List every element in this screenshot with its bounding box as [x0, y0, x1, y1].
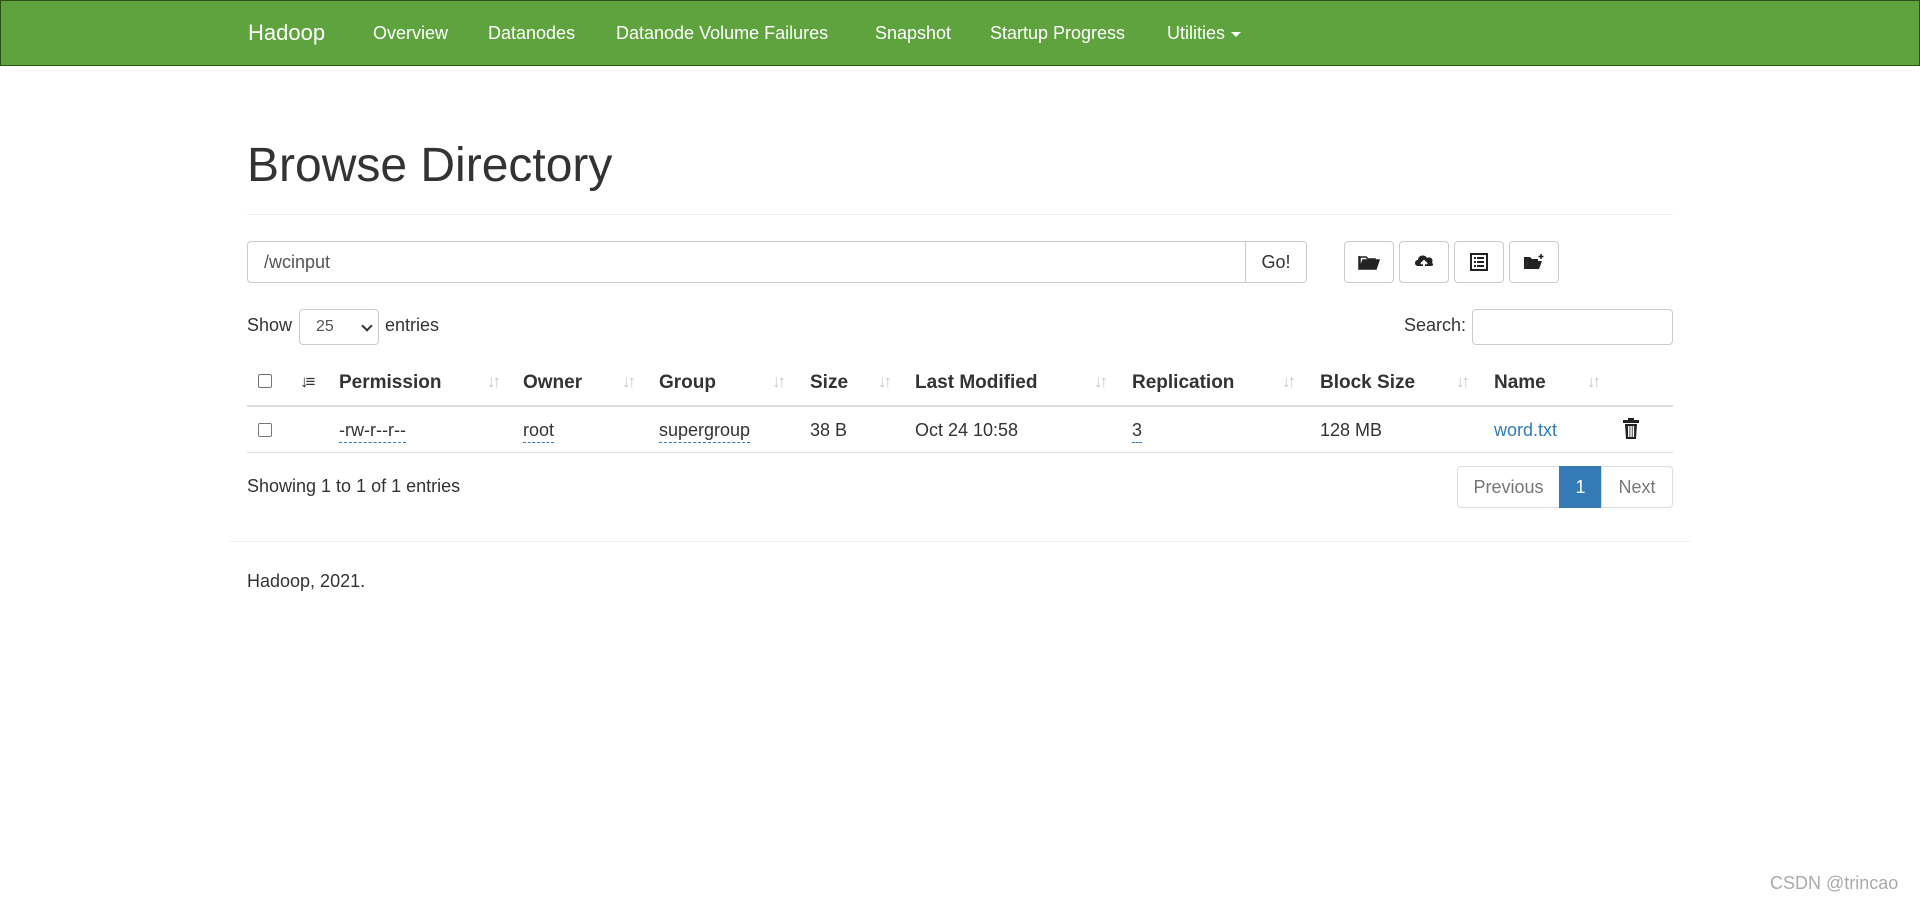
replication-value[interactable]: 3 [1132, 418, 1143, 443]
title-divider [247, 214, 1673, 215]
sort-icon[interactable]: ↓↑ [1282, 373, 1296, 391]
show-label: Show [247, 315, 293, 335]
folder-open-icon [1358, 256, 1380, 270]
paste-button[interactable] [1509, 241, 1559, 283]
sort-icon[interactable]: ↓↑ [1587, 373, 1601, 391]
folder-plus-icon [1524, 254, 1544, 269]
sort-icon[interactable]: ↓↑ [487, 373, 501, 391]
last-modified-cell: Oct 24 10:58 [915, 420, 1019, 440]
nav-startup-progress[interactable]: Startup Progress [990, 1, 1125, 65]
go-button[interactable]: Go! [1245, 241, 1307, 283]
column-header-owner[interactable]: Owner [523, 366, 582, 400]
list-alt-icon [1470, 253, 1488, 271]
nav-snapshot[interactable]: Snapshot [875, 1, 951, 65]
footer-divider [230, 541, 1690, 542]
nav-overview[interactable]: Overview [373, 1, 448, 65]
pagination-page-1[interactable]: 1 [1559, 466, 1602, 508]
search-input[interactable] [1472, 309, 1673, 345]
caret-down-icon [1231, 31, 1242, 37]
owner-cell[interactable]: root [523, 415, 555, 445]
sort-icon[interactable]: ↓↑ [1094, 373, 1108, 391]
replication-cell[interactable]: 3 [1132, 415, 1143, 445]
column-header-block-size[interactable]: Block Size [1320, 366, 1415, 400]
sort-asc-icon[interactable]: ↓≡ [300, 373, 316, 391]
sort-icon[interactable]: ↓↑ [878, 373, 892, 391]
block-size-cell: 128 MB [1320, 420, 1383, 440]
nav-datanode-volume-failures[interactable]: Datanode Volume Failures [616, 1, 828, 65]
nav-datanodes[interactable]: Datanodes [488, 1, 575, 65]
column-header-permission[interactable]: Permission [339, 366, 441, 400]
sort-icon[interactable]: ↓↑ [622, 373, 636, 391]
directory-path-input[interactable] [247, 241, 1246, 283]
column-header-replication[interactable]: Replication [1132, 366, 1234, 400]
upload-file-button[interactable] [1399, 241, 1449, 283]
permission-value[interactable]: -rw-r--r-- [339, 418, 406, 443]
column-header-last-modified[interactable]: Last Modified [915, 366, 1037, 400]
pagination-next[interactable]: Next [1601, 466, 1673, 508]
group-cell[interactable]: supergroup [659, 415, 751, 445]
trash-icon[interactable] [1622, 418, 1640, 440]
select-all-checkbox[interactable] [258, 374, 272, 388]
row-checkbox[interactable] [258, 423, 272, 437]
entries-per-page-value: 25 [316, 318, 334, 335]
entries-per-page-select[interactable]: 25 [299, 309, 379, 345]
column-header-size[interactable]: Size [810, 366, 848, 400]
size-cell: 38 B [810, 420, 848, 440]
footer-text: Hadoop, 2021. [247, 571, 366, 591]
page-title: Browse Directory [247, 139, 613, 192]
column-header-group[interactable]: Group [659, 366, 716, 400]
brand-link[interactable]: Hadoop [248, 1, 325, 65]
table-info: Showing 1 to 1 of 1 entries [247, 476, 461, 496]
cut-paste-button[interactable] [1454, 241, 1504, 283]
pagination-previous[interactable]: Previous [1457, 466, 1560, 508]
sort-icon[interactable]: ↓↑ [1456, 373, 1470, 391]
watermark: CSDN @trincao [1770, 873, 1899, 893]
cloud-upload-icon [1415, 255, 1434, 271]
permission-cell[interactable]: -rw-r--r-- [339, 415, 406, 445]
table-row-divider [247, 452, 1673, 453]
file-name-link[interactable]: word.txt [1494, 420, 1557, 440]
nav-utilities-dropdown[interactable]: Utilities [1167, 1, 1242, 65]
name-cell[interactable]: word.txt [1494, 415, 1557, 445]
nav-utilities-label: Utilities [1167, 23, 1226, 43]
table-header-divider [247, 405, 1673, 407]
owner-value[interactable]: root [523, 418, 555, 443]
search-label: Search: [1404, 315, 1467, 335]
create-directory-button[interactable] [1344, 241, 1394, 283]
sort-icon[interactable]: ↓↑ [772, 373, 786, 391]
top-navbar: Hadoop Overview Datanodes Datanode Volum… [0, 0, 1920, 66]
group-value[interactable]: supergroup [659, 418, 751, 443]
column-header-name[interactable]: Name [1494, 366, 1546, 400]
entries-label: entries [385, 315, 440, 335]
chevron-down-icon [361, 320, 373, 332]
